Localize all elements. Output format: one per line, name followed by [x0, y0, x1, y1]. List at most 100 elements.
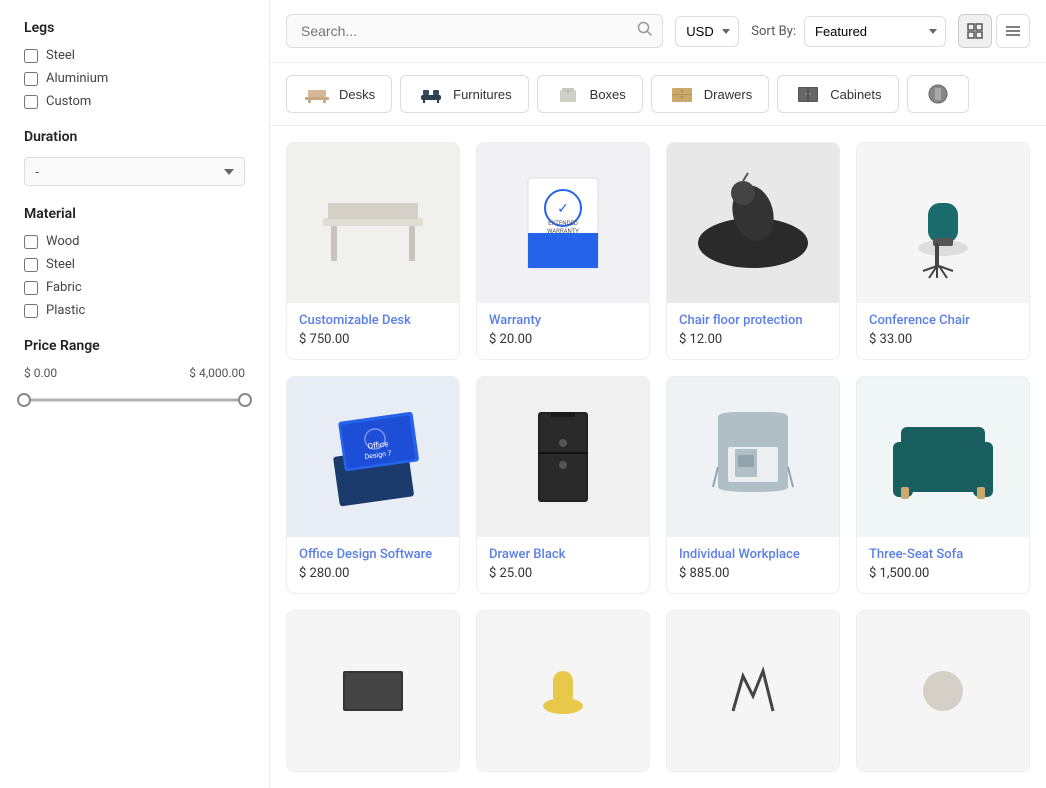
price-labels: $ 0.00 $ 4,000.00: [24, 366, 245, 380]
product-image-9: [287, 611, 459, 771]
legs-filter-section: Legs Steel Aluminium Custom: [24, 20, 245, 109]
duration-select[interactable]: - 1 Month 3 Months 6 Months 1 Year: [24, 157, 245, 186]
boxes-icon: [554, 84, 582, 104]
product-image-12: [857, 611, 1029, 771]
list-view-button[interactable]: [996, 14, 1030, 48]
currency-select[interactable]: USD EUR GBP: [675, 16, 739, 47]
category-furnitures[interactable]: Furnitures: [400, 75, 529, 113]
material-section-title: Material: [24, 206, 245, 222]
product-info-8: Three-Seat Sofa $ 1,500.00: [857, 537, 1029, 593]
product-info-1: Customizable Desk $ 750.00: [287, 303, 459, 359]
product-price-6: $ 25.00: [489, 566, 637, 581]
sort-container: Sort By: Featured Price: Low to High Pri…: [751, 16, 946, 47]
drawers-icon: [668, 84, 696, 104]
product-card-7[interactable]: Individual Workplace $ 885.00: [666, 376, 840, 594]
category-extra[interactable]: [907, 75, 969, 113]
product-image-7: [667, 377, 839, 537]
product-price-3: $ 12.00: [679, 332, 827, 347]
legs-steel-checkbox[interactable]: [24, 49, 38, 63]
sidebar: Legs Steel Aluminium Custom Duration - 1…: [0, 0, 270, 788]
material-steel-label: Steel: [46, 257, 75, 272]
desks-label: Desks: [339, 87, 375, 102]
product-name-4: Conference Chair: [869, 313, 1017, 328]
product-price-4: $ 33.00: [869, 332, 1017, 347]
material-steel-item[interactable]: Steel: [24, 257, 245, 272]
range-fill: [24, 399, 245, 402]
material-plastic-checkbox[interactable]: [24, 304, 38, 318]
product-info-5: Office Design Software $ 280.00: [287, 537, 459, 593]
product-name-6: Drawer Black: [489, 547, 637, 562]
product-card-4[interactable]: Conference Chair $ 33.00: [856, 142, 1030, 360]
material-steel-checkbox[interactable]: [24, 258, 38, 272]
svg-text:✓: ✓: [557, 201, 569, 217]
product-image-1: [287, 143, 459, 303]
product-card-11[interactable]: [666, 610, 840, 772]
category-boxes[interactable]: Boxes: [537, 75, 643, 113]
product-card-1[interactable]: Customizable Desk $ 750.00: [286, 142, 460, 360]
product-price-7: $ 885.00: [679, 566, 827, 581]
product-image-6: [477, 377, 649, 537]
category-desks[interactable]: Desks: [286, 75, 392, 113]
price-max-label: $ 4,000.00: [189, 366, 245, 380]
product-image-10: [477, 611, 649, 771]
price-filter-section: Price Range $ 0.00 $ 4,000.00: [24, 338, 245, 410]
material-wood-checkbox[interactable]: [24, 235, 38, 249]
material-plastic-item[interactable]: Plastic: [24, 303, 245, 318]
material-plastic-label: Plastic: [46, 303, 85, 318]
product-name-7: Individual Workplace: [679, 547, 827, 562]
legs-aluminium-checkbox[interactable]: [24, 72, 38, 86]
product-image-11: [667, 611, 839, 771]
search-input[interactable]: [286, 14, 663, 48]
svg-text:EXTENDED: EXTENDED: [548, 220, 578, 227]
furnitures-icon: [417, 84, 445, 104]
product-card-9[interactable]: [286, 610, 460, 772]
sort-label: Sort By:: [751, 24, 796, 39]
main-content: USD EUR GBP Sort By: Featured Price: Low…: [270, 0, 1046, 788]
topbar: USD EUR GBP Sort By: Featured Price: Low…: [270, 0, 1046, 63]
grid-view-button[interactable]: [958, 14, 992, 48]
legs-aluminium-item[interactable]: Aluminium: [24, 71, 245, 86]
product-name-1: Customizable Desk: [299, 313, 447, 328]
product-price-8: $ 1,500.00: [869, 566, 1017, 581]
duration-section-title: Duration: [24, 129, 245, 145]
material-fabric-checkbox[interactable]: [24, 281, 38, 295]
product-name-3: Chair floor protection: [679, 313, 827, 328]
svg-text:WARRANTY: WARRANTY: [547, 228, 579, 235]
product-name-8: Three-Seat Sofa: [869, 547, 1017, 562]
product-info-6: Drawer Black $ 25.00: [477, 537, 649, 593]
product-price-1: $ 750.00: [299, 332, 447, 347]
legs-aluminium-label: Aluminium: [46, 71, 108, 86]
product-image-8: [857, 377, 1029, 537]
product-price-5: $ 280.00: [299, 566, 447, 581]
price-min-label: $ 0.00: [24, 366, 57, 380]
legs-custom-item[interactable]: Custom: [24, 94, 245, 109]
search-icon: [637, 21, 653, 41]
category-cabinets[interactable]: Cabinets: [777, 75, 898, 113]
product-card-12[interactable]: [856, 610, 1030, 772]
boxes-label: Boxes: [590, 87, 626, 102]
cabinets-icon: [794, 84, 822, 104]
drawers-label: Drawers: [704, 87, 752, 102]
price-range-slider[interactable]: [24, 390, 245, 410]
product-name-5: Office Design Software: [299, 547, 447, 562]
price-section-title: Price Range: [24, 338, 245, 354]
product-card-8[interactable]: Three-Seat Sofa $ 1,500.00: [856, 376, 1030, 594]
product-card-2[interactable]: ✓ EXTENDED WARRANTY Warranty $ 20.00: [476, 142, 650, 360]
range-thumb-min[interactable]: [17, 393, 31, 407]
product-card-5[interactable]: Office Design 7 Office Design Software $…: [286, 376, 460, 594]
furnitures-label: Furnitures: [453, 87, 512, 102]
product-image-3: [667, 143, 839, 303]
product-image-4: [857, 143, 1029, 303]
product-card-10[interactable]: [476, 610, 650, 772]
material-fabric-item[interactable]: Fabric: [24, 280, 245, 295]
legs-custom-checkbox[interactable]: [24, 95, 38, 109]
category-drawers[interactable]: Drawers: [651, 75, 769, 113]
search-container: [286, 14, 663, 48]
material-wood-item[interactable]: Wood: [24, 234, 245, 249]
legs-steel-item[interactable]: Steel: [24, 48, 245, 63]
product-card-3[interactable]: Chair floor protection $ 12.00: [666, 142, 840, 360]
product-card-6[interactable]: Drawer Black $ 25.00: [476, 376, 650, 594]
range-thumb-max[interactable]: [238, 393, 252, 407]
sort-select[interactable]: Featured Price: Low to High Price: High …: [804, 16, 946, 47]
grid-icon: [967, 23, 983, 39]
